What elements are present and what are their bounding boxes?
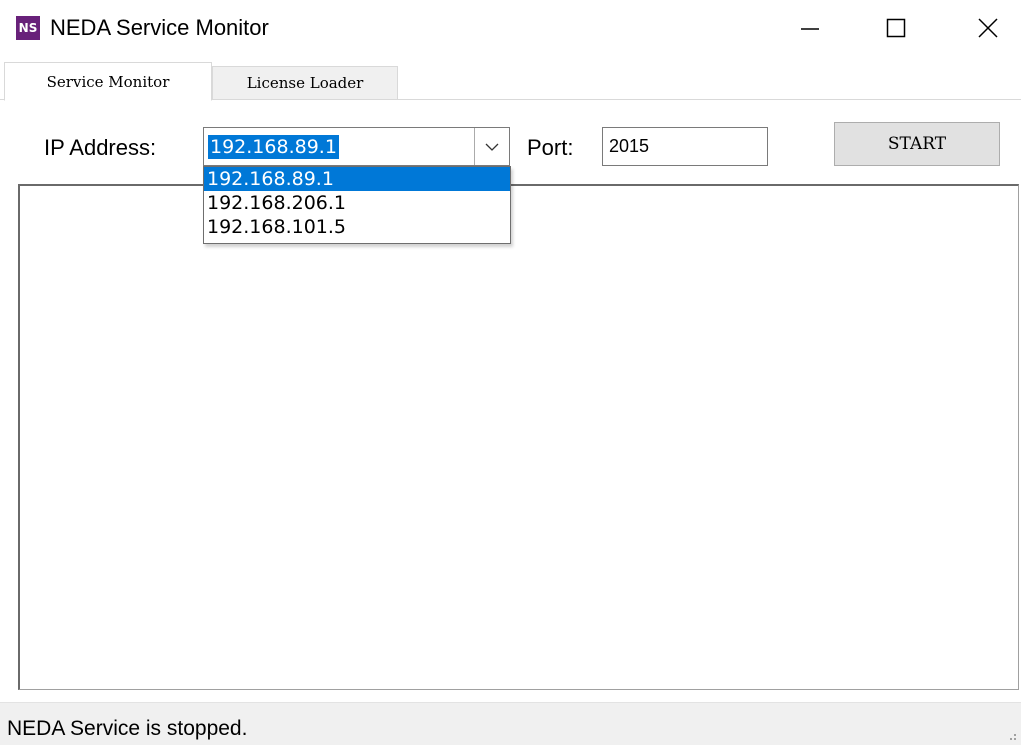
close-button[interactable]: [958, 0, 1018, 56]
maximize-icon: [886, 18, 906, 38]
minimize-button[interactable]: [780, 0, 840, 56]
window-title: NEDA Service Monitor: [50, 15, 269, 40]
ip-address-dropdown-list: 192.168.89.1 192.168.206.1 192.168.101.5: [203, 166, 511, 244]
app-icon-text: NS: [18, 21, 38, 35]
ip-address-value: 192.168.89.1: [208, 135, 339, 159]
start-button[interactable]: START: [834, 122, 1000, 166]
ip-address-label: IP Address:: [44, 135, 157, 160]
ip-dropdown-button[interactable]: [474, 128, 509, 165]
port-input[interactable]: 2015: [602, 127, 768, 166]
ip-option[interactable]: 192.168.206.1: [204, 191, 510, 215]
title-bar: NS NEDA Service Monitor: [0, 0, 1021, 56]
status-bar: NEDA Service is stopped.: [0, 702, 1021, 745]
ip-option[interactable]: 192.168.101.5: [204, 215, 510, 239]
chevron-down-icon: [485, 143, 499, 151]
close-icon: [978, 18, 998, 38]
tab-service-monitor[interactable]: Service Monitor: [4, 62, 212, 101]
app-icon: NS: [16, 16, 40, 40]
log-output-area[interactable]: [18, 184, 1019, 690]
resize-grip-icon[interactable]: [1005, 729, 1017, 741]
port-label: Port:: [527, 135, 574, 160]
maximize-button[interactable]: [866, 0, 926, 56]
tab-license-loader[interactable]: License Loader: [212, 66, 398, 100]
tab-strip: Service Monitor License Loader: [0, 62, 1021, 101]
minimize-icon: [801, 28, 819, 30]
ip-address-combobox[interactable]: 192.168.89.1: [203, 127, 510, 166]
status-text: NEDA Service is stopped.: [7, 717, 248, 740]
ip-option[interactable]: 192.168.89.1: [204, 167, 510, 191]
